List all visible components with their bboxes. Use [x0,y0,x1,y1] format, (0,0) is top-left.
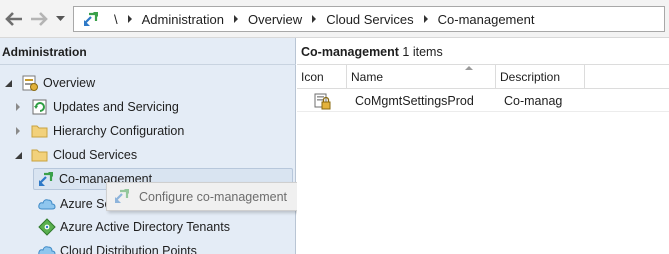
menu-item-configure-co-management[interactable]: Configure co-management [113,187,287,207]
list-pane-title: Co-management 1 items [297,38,669,65]
breadcrumb-item-administration[interactable]: Administration [142,12,224,27]
comanagement-icon [113,187,133,207]
column-header-label: Name [351,69,384,84]
back-button[interactable] [3,8,25,30]
expand-arrow-icon[interactable] [13,126,23,136]
settings-lock-icon [297,92,347,110]
cloud-icon [38,242,56,254]
tree-item-label: Updates and Servicing [53,100,179,114]
cloud-icon [38,195,56,213]
table-row[interactable]: CoMgmtSettingsProd Co-manag [297,90,669,112]
list-pane-title-name: Co-management [301,45,399,59]
tree-item-cloud-services[interactable]: Cloud Services [13,145,137,165]
breadcrumb-item-cloud-services[interactable]: Cloud Services [326,12,413,27]
navigation-pane: Administration Overview Updates and Serv… [0,38,296,254]
azure-ad-icon [38,218,56,236]
tree-item-label: Overview [43,76,96,90]
collapse-arrow-icon[interactable] [3,78,13,88]
tree-item-label: Cloud Services [53,148,138,162]
row-description: Co-manag [504,93,563,108]
tree-item-azure-services[interactable]: Azure Se [38,194,111,214]
arrow-left-icon [5,12,22,26]
breadcrumb-separator[interactable] [423,15,428,23]
address-bar: \ Administration Overview Cloud Services… [0,0,669,38]
menu-item-label: Configure co-management [139,189,287,204]
list-pane: Co-management 1 items Icon Name Descript… [297,38,669,254]
updates-icon [31,98,49,116]
list-pane-item-count: 1 items [402,45,443,59]
history-dropdown-button[interactable] [53,8,67,30]
navigation-pane-title: Administration [0,38,296,65]
tree-item-label: Azure Se [60,197,112,211]
tree-item-label: Azure Active Directory Tenants [60,220,230,234]
column-header-description[interactable]: Description [496,65,585,89]
tree-item-updates-and-servicing[interactable]: Updates and Servicing [13,97,179,117]
column-header-label: Description [500,69,561,84]
breadcrumb-item-overview[interactable]: Overview [248,12,302,27]
breadcrumb-separator[interactable] [127,15,132,23]
comanagement-icon [37,170,55,188]
breadcrumb: \ Administration Overview Cloud Services… [73,6,665,32]
tree-item-cloud-distribution-points[interactable]: Cloud Distribution Points [38,241,197,254]
folder-icon [31,146,49,164]
column-header-name[interactable]: Name [347,65,496,89]
tree-item-label: Hierarchy Configuration [53,124,185,138]
chevron-down-icon [55,16,65,21]
sort-ascending-icon [465,66,473,70]
folder-icon [31,122,49,140]
expand-arrow-icon[interactable] [13,102,23,112]
overview-icon [21,74,39,92]
tree-item-azure-ad-tenants[interactable]: Azure Active Directory Tenants [38,217,230,237]
column-header-icon[interactable]: Icon [297,65,347,89]
tree-item-hierarchy-configuration[interactable]: Hierarchy Configuration [13,121,184,141]
column-header-label: Icon [301,69,324,84]
collapse-arrow-icon[interactable] [13,150,23,160]
forward-button[interactable] [28,8,50,30]
comanagement-icon [82,10,100,28]
row-name: CoMgmtSettingsProd [355,93,474,108]
tree-item-label: Cloud Distribution Points [60,244,197,254]
breadcrumb-separator[interactable] [234,15,238,23]
tree-item-overview[interactable]: Overview [3,73,95,93]
arrow-right-icon [31,12,48,26]
breadcrumb-separator[interactable] [312,15,317,23]
breadcrumb-item-co-management[interactable]: Co-management [438,12,535,27]
breadcrumb-root[interactable]: \ [114,12,118,27]
column-header-filler [585,65,669,89]
